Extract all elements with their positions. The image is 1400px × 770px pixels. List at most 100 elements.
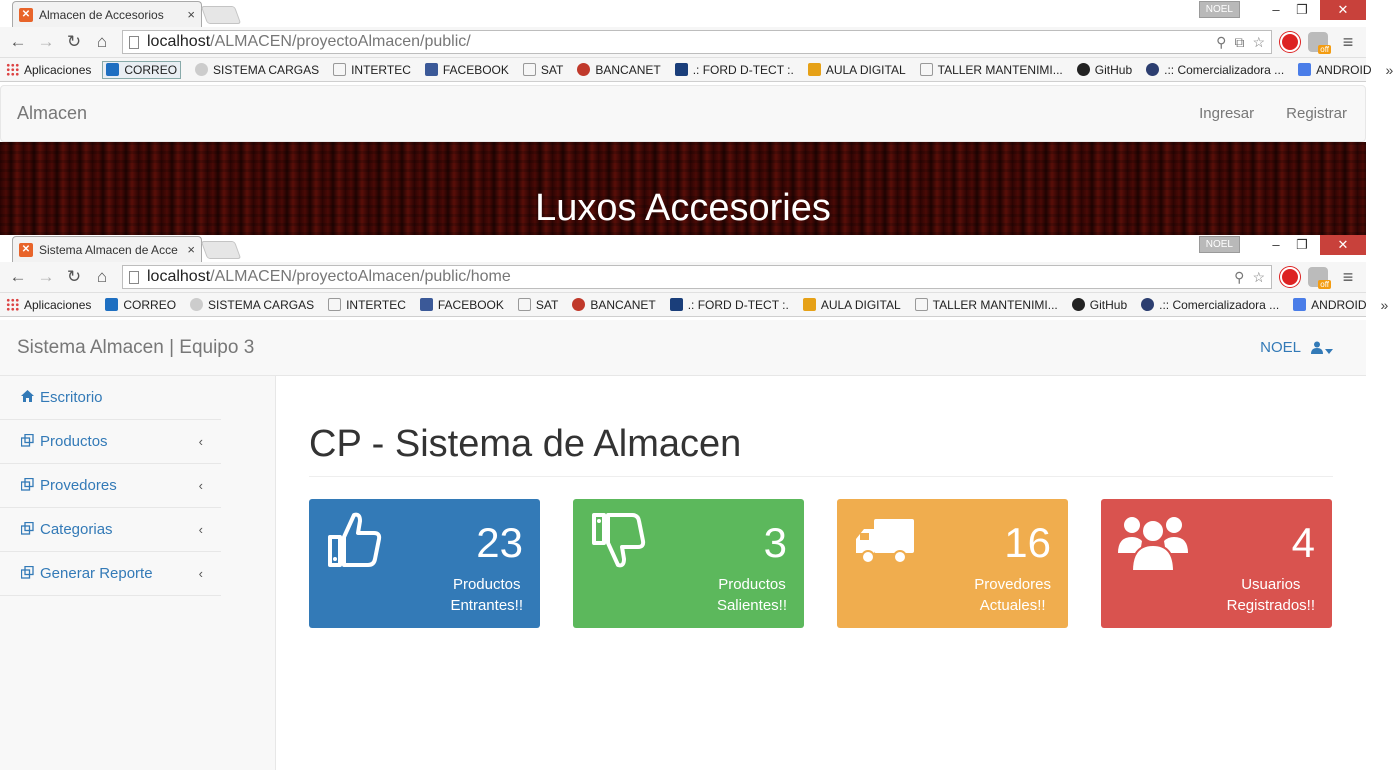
bookmark-intertec[interactable]: INTERTEC	[333, 63, 411, 77]
sidebar-item-categorias[interactable]: Categorias ‹	[0, 508, 221, 552]
page-icon	[129, 270, 139, 284]
bookmark-star-icon[interactable]: ☆	[1252, 269, 1265, 286]
bookmark-taller[interactable]: TALLER MANTENIMI...	[914, 298, 1058, 312]
browser-tab[interactable]: ✕ Sistema Almacen de Acce ×	[12, 236, 202, 262]
register-link[interactable]: Registrar	[1286, 105, 1347, 122]
page-icon	[522, 63, 536, 76]
site-icon	[195, 63, 209, 76]
bookmark-label: .: FORD D-TECT :.	[692, 62, 794, 77]
bookmark-label: SISTEMA CARGAS	[208, 297, 315, 312]
back-arrow-icon[interactable]: ←	[6, 32, 30, 52]
bookmark-correo[interactable]: CORREO	[105, 298, 176, 312]
bookmark-intertec[interactable]: INTERTEC	[328, 298, 406, 312]
maximize-button[interactable]: ❐	[1288, 235, 1316, 255]
tab-close-icon[interactable]: ×	[187, 7, 195, 22]
login-link[interactable]: Ingresar	[1199, 105, 1254, 122]
bookmark-android[interactable]: ANDROID	[1298, 63, 1372, 77]
bookmark-apps[interactable]: Aplicaciones	[6, 298, 91, 312]
zoom-icon[interactable]: ⚲	[1216, 34, 1226, 51]
sidebar-item-provedores[interactable]: Provedores ‹	[0, 464, 221, 508]
sidebar-item-productos[interactable]: Productos ‹	[0, 420, 221, 464]
tab-title: Almacen de Accesorios	[39, 7, 164, 22]
bookmark-apps[interactable]: Aplicaciones	[6, 63, 91, 77]
bookmark-star-icon[interactable]: ☆	[1252, 34, 1265, 51]
home-icon[interactable]: ⌂	[90, 32, 114, 52]
bookmark-facebook[interactable]: FACEBOOK	[424, 63, 509, 77]
browser-toolbar: ← → ↻ ⌂ localhost /ALMACEN/proyectoAlmac…	[0, 262, 1366, 293]
stat-card-productos-entrantes[interactable]: 23 Productos Entrantes!!	[309, 499, 540, 628]
user-dropdown[interactable]: NOEL	[1260, 339, 1349, 356]
address-bar[interactable]: localhost /ALMACEN/proyectoAlmacen/publi…	[122, 265, 1272, 289]
sidebar-item-generar-reporte[interactable]: Generar Reporte ‹	[0, 552, 221, 596]
bookmark-aula-digital[interactable]: AULA DIGITAL	[807, 63, 906, 77]
bookmark-comercializadora[interactable]: .:: Comercializadora ...	[1146, 63, 1284, 77]
stat-cards: 23 Productos Entrantes!! 3 Productos Sal…	[309, 499, 1333, 628]
zoom-icon[interactable]: ⚲	[1234, 269, 1244, 286]
stat-card-productos-salientes[interactable]: 3 Productos Salientes!!	[573, 499, 804, 628]
bookmark-sat[interactable]: SAT	[517, 298, 558, 312]
extension-off-icon[interactable]	[1308, 267, 1331, 289]
forward-arrow-icon[interactable]: →	[34, 32, 58, 52]
bookmark-github[interactable]: GitHub	[1076, 63, 1132, 77]
browser-menu-icon[interactable]: ≡	[1336, 32, 1360, 53]
chevron-left-icon: ‹	[198, 434, 203, 449]
bookmark-bancanet[interactable]: BANCANET	[577, 63, 661, 77]
close-window-button[interactable]: ✕	[1320, 235, 1366, 255]
users-icon	[1118, 511, 1188, 578]
bookmark-label: Aplicaciones	[24, 297, 92, 312]
adblock-extension-icon[interactable]	[1280, 267, 1300, 287]
bancanet-icon	[572, 298, 586, 311]
profile-badge[interactable]: NOEL	[1198, 236, 1240, 253]
bookmark-ford[interactable]: .: FORD D-TECT :.	[674, 62, 794, 77]
stat-card-provedores-actuales[interactable]: 16 Provedores Actuales!!	[837, 499, 1068, 628]
bookmarks-more-button[interactable]: »	[1386, 62, 1394, 78]
minimize-button[interactable]: –	[1262, 0, 1290, 20]
bookmark-ford[interactable]: .: FORD D-TECT :.	[669, 298, 789, 312]
bookmarks-more-button[interactable]: »	[1381, 297, 1389, 313]
bookmark-bancanet[interactable]: BANCANET	[572, 297, 656, 312]
navbar-brand[interactable]: Almacen	[17, 103, 87, 124]
reload-icon[interactable]: ↻	[62, 32, 86, 52]
bookmark-sistema-cargas[interactable]: SISTEMA CARGAS	[190, 298, 314, 312]
bookmark-android[interactable]: ANDROID	[1293, 298, 1367, 312]
bookmark-aula-digital[interactable]: AULA DIGITAL	[802, 298, 901, 312]
bookmark-correo[interactable]: CORREO	[102, 60, 182, 79]
bookmarks-bar: Aplicaciones CORREO SISTEMA CARGAS INTER…	[0, 58, 1393, 82]
navbar-brand[interactable]: Sistema Almacen | Equipo 3	[17, 337, 254, 359]
profile-badge[interactable]: NOEL	[1198, 1, 1240, 18]
site-icon	[1141, 298, 1155, 311]
bookmark-facebook[interactable]: FACEBOOK	[419, 298, 504, 312]
back-arrow-icon[interactable]: ←	[6, 267, 30, 287]
new-tab-button[interactable]	[200, 6, 242, 24]
sidebar-item-escritorio[interactable]: Escritorio	[0, 376, 221, 420]
maximize-button[interactable]: ❐	[1288, 0, 1316, 20]
bookmark-taller[interactable]: TALLER MANTENIMI...	[919, 63, 1063, 77]
extension-off-icon[interactable]	[1308, 32, 1331, 54]
tab-strip: ✕ Sistema Almacen de Acce × NOEL – ❐ ✕	[0, 235, 1366, 262]
landing-navbar: Almacen Ingresar Registrar	[0, 85, 1366, 142]
reload-icon[interactable]: ↻	[62, 267, 86, 287]
bookmark-comercializadora[interactable]: .:: Comercializadora ...	[1141, 298, 1279, 312]
bookmark-sat[interactable]: SAT	[522, 63, 563, 77]
site-icon	[1146, 63, 1160, 76]
bookmark-label: SISTEMA CARGAS	[213, 62, 320, 77]
browser-tab[interactable]: ✕ Almacen de Accesorios ×	[12, 1, 202, 27]
stat-label-line1: Productos	[452, 576, 521, 593]
bookmark-sistema-cargas[interactable]: SISTEMA CARGAS	[195, 63, 319, 77]
xampp-favicon-icon: ✕	[19, 7, 33, 22]
address-bar[interactable]: localhost /ALMACEN/proyectoAlmacen/publi…	[122, 30, 1272, 54]
new-tab-button[interactable]	[200, 241, 242, 259]
tab-close-icon[interactable]: ×	[187, 242, 195, 257]
bookmark-github[interactable]: GitHub	[1071, 298, 1127, 312]
forward-arrow-icon[interactable]: →	[34, 267, 58, 287]
bookmark-label: BANCANET	[590, 297, 656, 312]
translate-icon[interactable]: ⧉	[1234, 34, 1244, 51]
stat-card-usuarios-registrados[interactable]: 4 Usuarios Registrados!!	[1101, 499, 1332, 628]
chevron-left-icon: ‹	[198, 478, 203, 493]
close-window-button[interactable]: ✕	[1320, 0, 1366, 20]
minimize-button[interactable]: –	[1262, 235, 1290, 255]
adblock-extension-icon[interactable]	[1280, 32, 1300, 52]
browser-menu-icon[interactable]: ≡	[1336, 267, 1360, 288]
stat-label: Provedores Actuales!!	[974, 574, 1051, 616]
home-icon[interactable]: ⌂	[90, 267, 114, 287]
